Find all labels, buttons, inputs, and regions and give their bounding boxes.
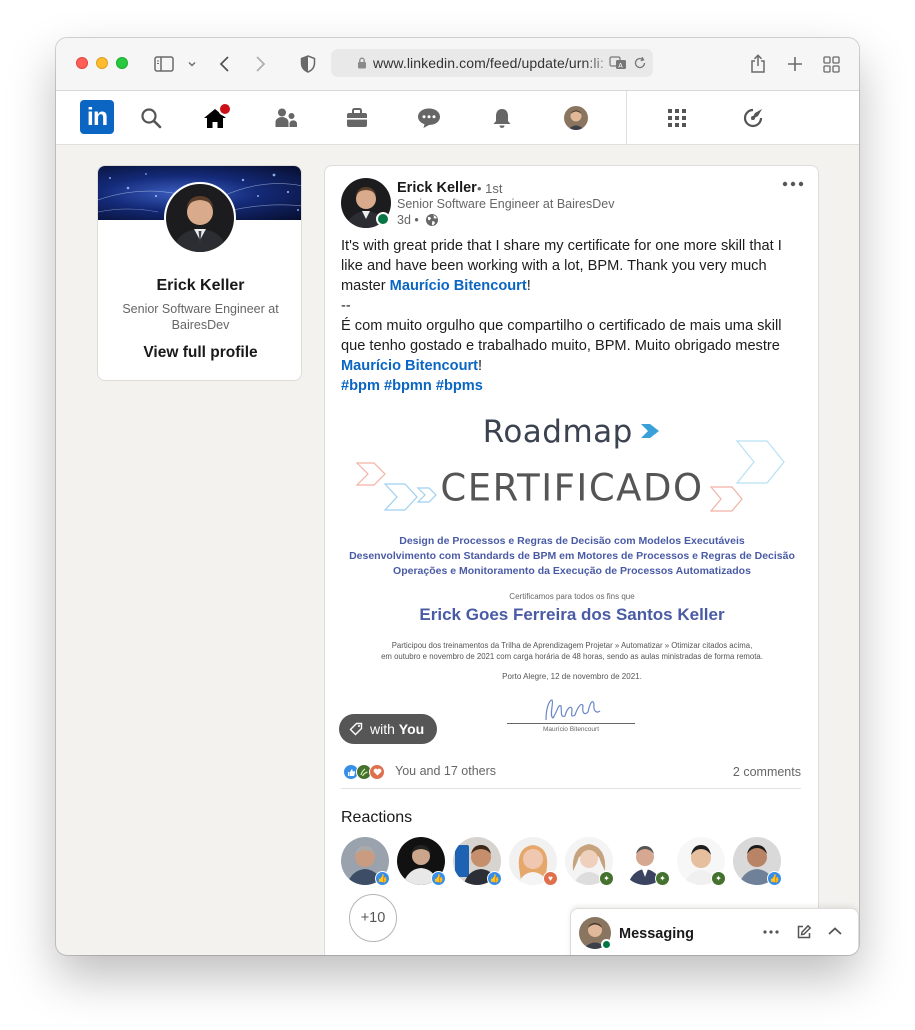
post-separator: -- [341, 298, 351, 314]
shield-icon[interactable] [298, 52, 318, 76]
post-options-icon[interactable] [782, 180, 804, 188]
translate-icon[interactable]: A [609, 55, 627, 71]
work-grid-icon[interactable] [662, 91, 692, 145]
chevron-down-icon[interactable] [184, 52, 200, 76]
body-line-2: em outubro e novembro de 2021 com carga … [381, 652, 763, 661]
jobs-icon[interactable] [341, 91, 373, 145]
like-badge-icon: 👍 [375, 871, 390, 886]
love-badge-icon: ♥ [543, 871, 558, 886]
tab-overview-icon[interactable] [821, 52, 841, 76]
nav-divider [626, 91, 627, 145]
mention-link-2[interactable]: Maurício Bitencourt [341, 358, 478, 374]
messaging-icon[interactable] [413, 91, 445, 145]
tagged-people-button[interactable]: with You [339, 714, 437, 744]
punctuation: ! [526, 278, 531, 294]
online-status-indicator [376, 212, 390, 226]
search-icon[interactable] [136, 91, 166, 145]
celebrate-badge-icon: ✦ [711, 871, 726, 886]
course-line-1: Design de Processos e Regras de Decisão … [399, 535, 745, 547]
sales-nav-compass-icon[interactable] [738, 91, 768, 145]
celebrate-badge-icon: ✦ [655, 871, 670, 886]
nav-item-home[interactable] [198, 91, 232, 145]
back-icon[interactable] [214, 52, 236, 76]
minimize-window-button[interactable] [96, 57, 108, 69]
reload-icon[interactable] [633, 56, 647, 70]
connection-degree: • 1st [477, 181, 503, 196]
profile-photo[interactable] [164, 182, 236, 254]
linkedin-global-nav: in [56, 91, 859, 145]
view-full-profile-link[interactable]: View full profile [98, 344, 301, 362]
like-badge-icon: 👍 [767, 871, 782, 886]
post-author-headline: Senior Software Engineer at BairesDev [397, 197, 615, 211]
address-bar[interactable]: www.linkedin.com/feed/update/urn:li: A [331, 49, 653, 77]
linkedin-logo[interactable]: in [80, 100, 114, 134]
tag-icon [349, 722, 363, 736]
svg-text:A: A [618, 62, 623, 70]
chevron-up-icon[interactable] [827, 926, 843, 936]
lock-icon [357, 57, 367, 69]
body-line-1: Participou dos treinamentos da Trilha de… [391, 641, 753, 650]
profile-card: Erick Keller Senior Software Engineer at… [97, 165, 302, 381]
notification-badge [218, 102, 232, 116]
messaging-options-icon[interactable] [763, 929, 779, 935]
hashtags[interactable]: #bpm #bpmn #bpms [341, 378, 483, 394]
post-author-name[interactable]: Erick Keller [397, 180, 477, 196]
browser-window: www.linkedin.com/feed/update/urn:li: A i… [56, 38, 859, 955]
share-icon[interactable] [748, 52, 768, 76]
browser-toolbar: www.linkedin.com/feed/update/urn:li: A [56, 38, 859, 91]
url-text: www.linkedin.com/feed/update/urn:li: [373, 55, 604, 71]
reactions-heading: Reactions [341, 809, 413, 826]
tag-label-name: You [398, 721, 425, 737]
certificate-recipient: Erick Goes Ferreira dos Santos Keller [419, 605, 725, 624]
certificate-title: CERTIFICADO [440, 465, 704, 510]
love-reaction-icon [369, 764, 385, 780]
notifications-bell-icon[interactable] [486, 91, 518, 145]
compose-message-icon[interactable] [796, 924, 812, 940]
post-text-pt: É com muito orgulho que compartilho o ce… [341, 318, 782, 354]
messaging-online-indicator [601, 939, 612, 950]
messaging-label[interactable]: Messaging [619, 926, 694, 942]
like-badge-icon: 👍 [431, 871, 446, 886]
post-timestamp: 3d • [397, 213, 419, 227]
more-reactors-button[interactable]: +10 [349, 894, 397, 942]
tag-label-prefix: with [370, 721, 395, 737]
new-tab-icon[interactable] [785, 52, 805, 76]
feed-post: Erick Keller • 1st Senior Software Engin… [324, 165, 819, 955]
comments-count[interactable]: 2 comments [733, 765, 801, 779]
course-line-3: Operações e Monitoramento da Execução de… [393, 565, 751, 577]
messaging-overlay[interactable]: Messaging [570, 908, 859, 955]
punctuation-2: ! [478, 358, 483, 374]
close-window-button[interactable] [76, 57, 88, 69]
like-badge-icon: 👍 [487, 871, 502, 886]
profile-headline: Senior Software Engineer at BairesDev [122, 302, 279, 332]
my-network-icon[interactable] [270, 91, 302, 145]
social-divider [341, 788, 801, 789]
signature-line [507, 723, 635, 724]
reaction-icons[interactable] [343, 764, 393, 780]
post-body: It's with great pride that I share my ce… [341, 236, 796, 396]
globe-icon [425, 213, 439, 227]
sidebar-toggle-icon[interactable] [152, 52, 176, 76]
forward-icon[interactable] [249, 52, 271, 76]
certificate-courses: Design de Processos e Regras de Decisão … [341, 534, 803, 579]
certify-line: Certificamos para todos os fins que [509, 592, 635, 601]
certificate-image[interactable]: Roadmap CERTIFICADO Design de Processos … [341, 406, 803, 736]
certificate-place-date: Porto Alegre, 12 de novembro de 2021. [502, 672, 642, 681]
maximize-window-button[interactable] [116, 57, 128, 69]
me-avatar[interactable] [561, 91, 591, 145]
profile-name[interactable]: Erick Keller [98, 277, 301, 295]
signatory-name: Maurício Bitencourt [543, 726, 599, 733]
certificate-body: Participou dos treinamentos da Trilha de… [341, 640, 803, 662]
signature-scribble [545, 699, 601, 721]
course-line-2: Desenvolvimento com Standards de BPM em … [349, 550, 795, 562]
mention-link[interactable]: Maurício Bitencourt [390, 278, 527, 294]
celebrate-badge-icon: ✦ [599, 871, 614, 886]
reactions-count[interactable]: You and 17 others [395, 764, 496, 778]
